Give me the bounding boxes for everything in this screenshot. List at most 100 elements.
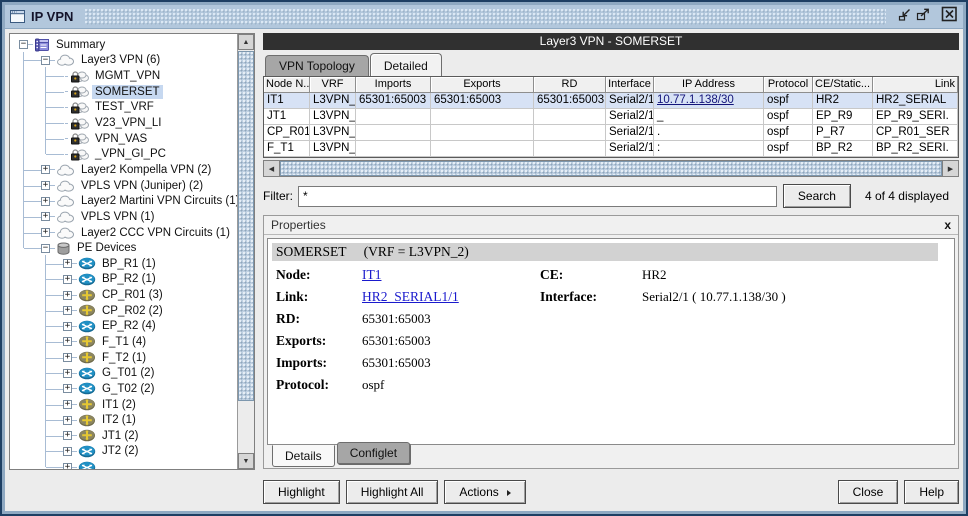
- tree-guide-line: [45, 255, 46, 467]
- column-header-imports[interactable]: Imports: [356, 77, 431, 93]
- properties-panel: Properties x SOMERSET (VRF = L3VPN_2) No…: [263, 215, 959, 469]
- close-button[interactable]: Close: [838, 480, 899, 504]
- table-row-f-t1[interactable]: F_T1L3VPN_2Serial2/1:ospfBP_R2BP_R2_SERI…: [264, 141, 958, 157]
- device-gold-icon: [78, 304, 96, 317]
- tree-item-label: MGMT_VPN: [92, 69, 163, 83]
- tree-item-layer2-martini-vpn-circuits-1[interactable]: + Layer2 Martini VPN Circuits (1): [10, 193, 237, 209]
- table-row-jt1[interactable]: JT1L3VPN_2Serial2/1_ospfEP_R9EP_R9_SERI.: [264, 109, 958, 125]
- expand-toggle-icon[interactable]: +: [63, 384, 72, 393]
- help-button[interactable]: Help: [904, 480, 959, 504]
- expand-toggle-icon[interactable]: +: [41, 165, 50, 174]
- tree-item-layer2-ccc-vpn-circuits-1[interactable]: +Layer2 CCC VPN Circuits (1): [10, 225, 237, 241]
- tree-scrollbar[interactable]: ▲ ▼: [237, 34, 254, 469]
- close-icon: [941, 6, 958, 27]
- lock-cloud-icon: [69, 117, 89, 130]
- cell-link: HR2_SERIAL: [873, 93, 958, 109]
- column-header-ip-address[interactable]: IP Address: [654, 77, 764, 93]
- property-value-link[interactable]: IT1: [362, 267, 540, 283]
- cell-interface: Serial2/1: [606, 141, 654, 157]
- tree-item-pe-devices[interactable]: −PE Devices: [10, 240, 237, 256]
- tree-item-vpls-vpn-1[interactable]: +VPLS VPN (1): [10, 209, 237, 225]
- expand-toggle-icon[interactable]: +: [63, 431, 72, 440]
- tree-item-label: Layer2 Martini VPN Circuits (1): [78, 194, 237, 208]
- tree-item-label: CP_R01 (3): [99, 288, 166, 302]
- tab-detailed[interactable]: Detailed: [370, 53, 442, 76]
- expand-toggle-icon[interactable]: +: [41, 212, 50, 221]
- cloud-icon: [56, 164, 75, 176]
- vpn-table: Node N..VRFImportsExportsRDInterfaceIP A…: [263, 76, 959, 158]
- expand-toggle-icon[interactable]: +: [63, 447, 72, 456]
- highlight-all-button[interactable]: Highlight All: [346, 480, 439, 504]
- expand-toggle-icon[interactable]: +: [63, 259, 72, 268]
- tree-connector: [72, 451, 77, 452]
- collapse-toggle-icon[interactable]: −: [41, 56, 50, 65]
- scroll-right-button[interactable]: ▶: [942, 161, 958, 176]
- properties-object-name: SOMERSET: [276, 244, 346, 259]
- scroll-down-button[interactable]: ▼: [238, 453, 254, 469]
- property-value-link[interactable]: HR2_SERIAL1/1: [362, 289, 540, 305]
- cell-interface: Serial2/1: [606, 125, 654, 141]
- tree-scrollbar-thumb[interactable]: [238, 51, 254, 401]
- tree-item-label: IT2 (1): [99, 413, 139, 427]
- properties-close-icon[interactable]: x: [944, 219, 951, 231]
- collapse-toggle-icon[interactable]: −: [19, 40, 28, 49]
- actions-arrow-icon: [507, 490, 511, 496]
- column-header-protocol[interactable]: Protocol: [764, 77, 813, 93]
- filter-input[interactable]: [298, 186, 777, 207]
- lock-cloud-icon: [69, 85, 89, 98]
- tab-vpn-topology[interactable]: VPN Topology: [265, 55, 369, 76]
- collapse-toggle-icon[interactable]: −: [41, 244, 50, 253]
- table-row-cp-r01[interactable]: CP_R01L3VPN_2Serial2/1.ospfP_R7CP_R01_SE…: [264, 125, 958, 141]
- table-row-it1[interactable]: IT1L3VPN_265301:6500365301:6500365301:65…: [264, 93, 958, 109]
- scroll-up-button[interactable]: ▲: [238, 34, 254, 50]
- filter-status: 4 of 4 displayed: [865, 189, 949, 203]
- table-h-scrollbar[interactable]: ◀ ▶: [263, 160, 959, 177]
- expand-toggle-icon[interactable]: +: [63, 306, 72, 315]
- column-header-vrf[interactable]: VRF: [310, 77, 356, 93]
- expand-toggle-icon[interactable]: +: [41, 181, 50, 190]
- maximize-icon: [915, 7, 931, 27]
- column-header-exports[interactable]: Exports: [431, 77, 534, 93]
- window-titlebar[interactable]: IP VPN: [5, 5, 963, 29]
- expand-toggle-icon[interactable]: +: [41, 197, 50, 206]
- scroll-left-button[interactable]: ◀: [264, 161, 280, 176]
- expand-toggle-icon[interactable]: +: [63, 337, 72, 346]
- expand-toggle-icon[interactable]: +: [63, 322, 72, 331]
- expand-toggle-icon[interactable]: +: [63, 400, 72, 409]
- minimize-button[interactable]: [896, 8, 914, 25]
- tab-details[interactable]: Details: [272, 445, 335, 467]
- tree-item-label: _VPN_GI_PC: [92, 147, 169, 161]
- column-header-link[interactable]: Link: [873, 77, 958, 93]
- expand-toggle-icon[interactable]: +: [63, 463, 72, 469]
- actions-button[interactable]: Actions: [444, 480, 525, 504]
- expand-toggle-icon[interactable]: +: [41, 228, 50, 237]
- tree-item-vpls-vpn-juniper-2[interactable]: +VPLS VPN (Juniper) (2): [10, 178, 237, 194]
- column-header-rd[interactable]: RD: [534, 77, 606, 93]
- tree-connector: [72, 295, 77, 296]
- cell-vrf: L3VPN_2: [310, 125, 356, 141]
- minimize-icon: [897, 7, 913, 27]
- maximize-button[interactable]: [914, 8, 932, 25]
- table-h-scrollbar-thumb[interactable]: [280, 161, 942, 176]
- tree-item-summary[interactable]: −Summary: [10, 37, 237, 53]
- ip-address-link[interactable]: 10.77.1.138/30: [657, 94, 734, 106]
- tree-connector: [65, 154, 68, 155]
- cell-ip-address: _: [654, 109, 764, 125]
- expand-toggle-icon[interactable]: +: [63, 416, 72, 425]
- highlight-button[interactable]: Highlight: [263, 480, 340, 504]
- column-header-node-n[interactable]: Node N..: [264, 77, 310, 93]
- tree-item-layer3-vpn-6[interactable]: −Layer3 VPN (6): [10, 53, 237, 69]
- column-header-ce-static[interactable]: CE/Static...: [813, 77, 873, 93]
- tab-configlet[interactable]: Configlet: [337, 442, 410, 464]
- expand-toggle-icon[interactable]: +: [63, 275, 72, 284]
- expand-toggle-icon[interactable]: +: [63, 369, 72, 378]
- column-header-interface[interactable]: Interface: [606, 77, 654, 93]
- cell-protocol: ospf: [764, 125, 813, 141]
- tree-item-layer2-kompella-vpn-2[interactable]: +Layer2 Kompella VPN (2): [10, 162, 237, 178]
- tree-connector: [50, 248, 55, 249]
- tree-item-label: F_T1 (4): [99, 335, 149, 349]
- expand-toggle-icon[interactable]: +: [63, 291, 72, 300]
- search-button[interactable]: Search: [783, 184, 851, 208]
- close-window-button[interactable]: [940, 8, 958, 25]
- expand-toggle-icon[interactable]: +: [63, 353, 72, 362]
